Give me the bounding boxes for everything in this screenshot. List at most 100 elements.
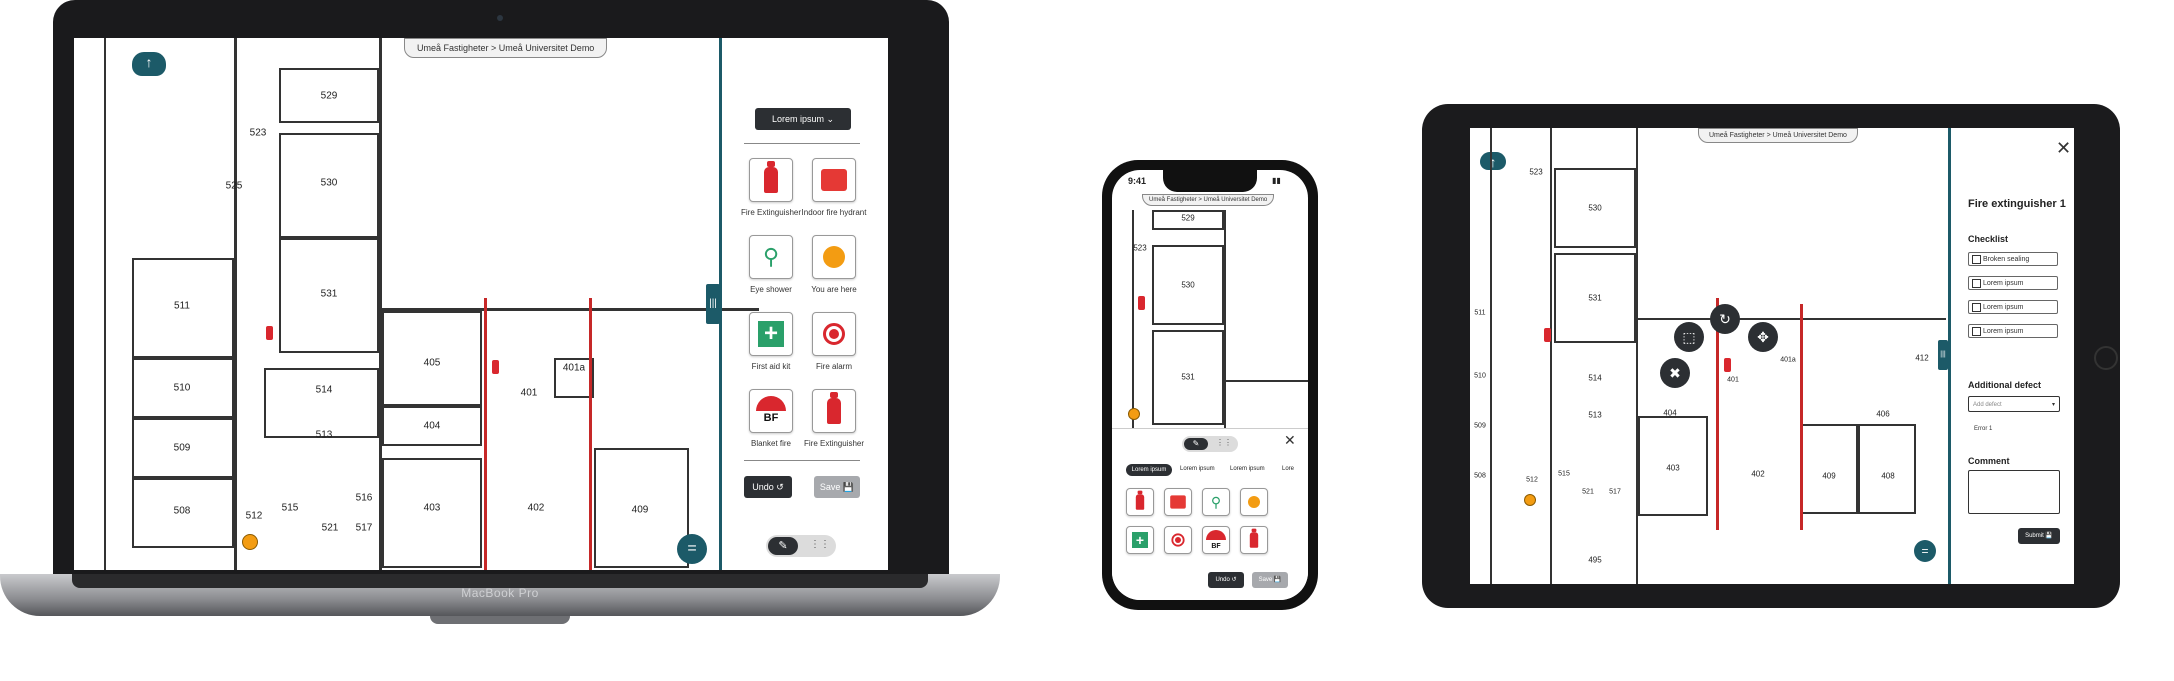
breadcrumb[interactable]: Umeå Fastigheter > Umeå Universitet Demo	[1142, 194, 1275, 206]
checklist-item[interactable]: Lorem ipsum	[1968, 324, 2058, 338]
grid-icon[interactable]: ⋮⋮	[810, 539, 830, 550]
checklist-item[interactable]: Lorem ipsum	[1968, 300, 2058, 314]
separator	[744, 460, 860, 461]
breadcrumb[interactable]: Umeå Fastigheter > Umeå Universitet Demo	[404, 38, 608, 58]
checklist-item[interactable]: Broken sealing	[1968, 252, 2058, 266]
room-label: 511	[1474, 309, 1486, 317]
grid-icon[interactable]: ⋮⋮	[1216, 438, 1232, 447]
undo-button[interactable]: Undo ↺	[1208, 572, 1244, 588]
save-button[interactable]: Save 💾	[814, 476, 860, 498]
fire-extinguisher-icon	[827, 392, 841, 424]
marked-wall-line[interactable]	[589, 298, 592, 570]
cloud-upload-icon[interactable]	[132, 52, 166, 76]
checklist-item[interactable]: Lorem ipsum	[1968, 276, 2058, 290]
tile-you-are-here[interactable]	[812, 235, 856, 279]
tile-fire-alarm[interactable]	[812, 312, 856, 356]
tablet-home-button	[2094, 346, 2118, 370]
defect-placeholder: Add defect	[1973, 402, 2002, 408]
pencil-icon[interactable]: ✎	[1184, 438, 1208, 450]
wall	[234, 38, 237, 570]
you-are-here-icon[interactable]	[1524, 494, 1536, 506]
close-icon[interactable]: ✕	[2056, 138, 2071, 159]
tab-category[interactable]: Lorem ipsum	[1180, 466, 1215, 472]
room[interactable]	[1858, 424, 1916, 514]
room-label: 515	[281, 502, 299, 514]
save-button[interactable]: Save 💾	[1252, 572, 1288, 588]
room[interactable]	[264, 368, 379, 438]
menu-button[interactable]: =	[677, 534, 707, 564]
rotate-button[interactable]: ↻	[1710, 304, 1740, 334]
room-label: 509	[173, 442, 191, 454]
room-label: 531	[1181, 372, 1195, 382]
fire-hydrant-icon	[1170, 495, 1186, 509]
room-label: 531	[1588, 293, 1602, 303]
tile-fire-alarm[interactable]	[1164, 526, 1192, 554]
breadcrumb[interactable]: Umeå Fastigheter > Umeå Universitet Demo	[1698, 128, 1858, 143]
room-label: 409	[1822, 471, 1836, 481]
comment-textarea[interactable]	[1968, 470, 2060, 514]
room-label: 513	[1588, 410, 1602, 420]
submit-button[interactable]: Submit 💾	[2018, 528, 2060, 544]
fire-extinguisher-icon	[1249, 528, 1259, 548]
room-label: 408	[1881, 471, 1895, 481]
room-label: 495	[1588, 555, 1602, 565]
tile-eye-shower[interactable]: ⚲	[1202, 488, 1230, 516]
room-label: 530	[1588, 203, 1602, 213]
marked-wall-line[interactable]	[1800, 304, 1803, 530]
fire-extinguisher-icon[interactable]	[1724, 358, 1731, 372]
close-icon[interactable]: ✕	[1284, 432, 1296, 449]
tile-indoor-fire-hydrant[interactable]	[812, 158, 856, 202]
tile-first-aid-kit[interactable]: +	[1126, 526, 1154, 554]
panel-handle[interactable]: |||	[1938, 340, 1948, 370]
room[interactable]	[1800, 424, 1858, 514]
panel-divider	[1948, 128, 1951, 584]
tab-category[interactable]: Lore	[1282, 466, 1294, 472]
tile-fire-extinguisher[interactable]	[749, 158, 793, 202]
wall	[1224, 380, 1308, 382]
tile-first-aid-kit[interactable]: +	[749, 312, 793, 356]
tile-blanket-fire[interactable]: BF	[1202, 526, 1230, 554]
room-label: 521	[321, 522, 339, 534]
room-label: 512	[245, 510, 263, 522]
mode-toggle[interactable]: ✎ ⋮⋮	[766, 535, 836, 557]
pencil-icon[interactable]: ✎	[768, 537, 798, 555]
bf-text: BF	[763, 412, 779, 424]
undo-button[interactable]: Undo ↺	[744, 476, 792, 498]
room-label: 510	[1474, 372, 1486, 380]
tile-fire-extinguisher[interactable]	[1126, 488, 1154, 516]
tab-category[interactable]: Lorem ipsum	[1230, 466, 1265, 472]
tile-fire-extinguisher-2[interactable]	[1240, 526, 1268, 554]
move-button[interactable]: ✥	[1748, 322, 1778, 352]
fire-extinguisher-icon[interactable]	[492, 360, 499, 374]
fire-extinguisher-icon[interactable]	[1544, 328, 1551, 342]
room-label: 511	[174, 300, 190, 312]
fire-extinguisher-icon[interactable]	[1138, 296, 1145, 310]
select-area-button[interactable]: ⬚	[1674, 322, 1704, 352]
cloud-upload-icon[interactable]	[1480, 152, 1506, 170]
mode-toggle[interactable]: ✎ ⋮⋮	[1182, 436, 1238, 452]
tile-eye-shower[interactable]: ⚲	[749, 235, 793, 279]
you-are-here-icon[interactable]	[242, 534, 258, 550]
tile-fire-extinguisher-2[interactable]	[812, 389, 856, 433]
tile-you-are-here[interactable]	[1240, 488, 1268, 516]
fire-extinguisher-icon[interactable]	[266, 326, 273, 340]
category-dropdown[interactable]: Lorem ipsum ⌄	[755, 108, 851, 130]
comment-title: Comment	[1968, 456, 2010, 466]
room-label: 401	[1727, 376, 1739, 384]
tile-caption: Fire alarm	[815, 362, 852, 371]
room-label: 530	[320, 177, 338, 189]
room-label: 403	[423, 502, 441, 514]
defect-select[interactable]: Add defect ▾	[1968, 396, 2060, 412]
tile-indoor-fire-hydrant[interactable]	[1164, 488, 1192, 516]
panel-handle[interactable]: |||	[706, 284, 720, 324]
you-are-here-icon[interactable]	[1128, 408, 1140, 420]
fire-blanket-icon: BF	[1206, 530, 1226, 550]
fire-blanket-icon: BF	[756, 396, 786, 426]
tile-caption: Fire Extinguisher	[803, 439, 865, 448]
room-label: 512	[1526, 476, 1538, 484]
marked-wall-line[interactable]	[484, 298, 487, 570]
menu-button[interactable]: =	[1914, 540, 1936, 562]
tile-blanket-fire[interactable]: BF	[749, 389, 793, 433]
tab-category[interactable]: Lorem ipsum	[1126, 464, 1172, 476]
delete-button[interactable]: ✖	[1660, 358, 1690, 388]
